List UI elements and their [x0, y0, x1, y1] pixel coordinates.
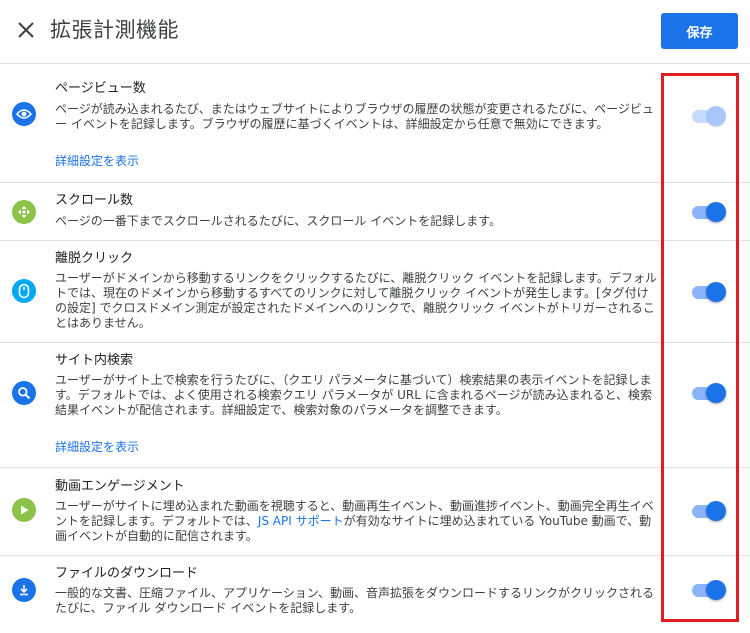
setting-row-page-views: ページビュー数 ページが読み込まれるたび、またはウェブサイトによりブラウザの履歴…: [0, 64, 750, 183]
setting-row-file-downloads: ファイルのダウンロード 一般的な文書、圧縮ファイル、アプリケーション、動画、音声…: [0, 556, 750, 633]
show-advanced-settings-link[interactable]: 詳細設定を表示: [55, 440, 139, 455]
setting-description: ユーザーがサイト上で検索を行うたびに、（クエリ パラメータに基づいて）検索結果の…: [55, 373, 652, 417]
toggle-knob: [706, 501, 726, 521]
site-search-toggle[interactable]: [692, 382, 726, 404]
play-icon: [12, 498, 36, 522]
setting-title: 離脱クリック: [55, 251, 134, 266]
toggle-knob: [706, 383, 726, 403]
save-button[interactable]: 保存: [661, 13, 738, 49]
setting-title: サイト内検索: [55, 353, 134, 368]
setting-title: ページビュー数: [55, 81, 146, 96]
setting-title: スクロール数: [55, 193, 134, 208]
outbound-clicks-toggle[interactable]: [692, 281, 726, 303]
setting-row-site-search: サイト内検索 ユーザーがサイト上で検索を行うたびに、（クエリ パラメータに基づい…: [0, 343, 750, 468]
toggle-knob: [706, 580, 726, 600]
download-icon: [12, 578, 36, 602]
setting-description: 一般的な文書、圧縮ファイル、アプリケーション、動画、音声拡張をダウンロードするリ…: [55, 586, 655, 615]
show-advanced-settings-link[interactable]: 詳細設定を表示: [55, 154, 139, 169]
setting-row-scrolls: スクロール数 ページの一番下までスクロールされるたびに、スクロール イベントを記…: [0, 183, 750, 241]
page-title: 拡張計測機能: [50, 18, 179, 42]
scroll-icon: [12, 200, 36, 224]
close-button[interactable]: [14, 18, 38, 42]
page-views-toggle[interactable]: [692, 105, 726, 127]
close-icon: [18, 22, 34, 38]
panel-header: 拡張計測機能 保存: [0, 0, 750, 64]
setting-description: ページの一番下までスクロールされるたびに、スクロール イベントを記録します。: [55, 214, 502, 228]
toggle-knob: [706, 106, 726, 126]
setting-description: ページが読み込まれるたび、またはウェブサイトによりブラウザの履歴の状態が変更され…: [55, 102, 654, 131]
mouse-icon: [12, 279, 36, 303]
js-api-support-link[interactable]: JS API サポート: [258, 514, 344, 528]
scrolls-toggle[interactable]: [692, 201, 726, 223]
file-downloads-toggle[interactable]: [692, 579, 726, 601]
setting-row-video-engagement: 動画エンゲージメント ユーザーがサイトに埋め込まれた動画を視聴すると、動画再生イ…: [0, 468, 750, 556]
setting-title: 動画エンゲージメント: [55, 479, 185, 494]
video-engagement-toggle[interactable]: [692, 500, 726, 522]
toggle-knob: [706, 282, 726, 302]
setting-title: ファイルのダウンロード: [55, 566, 199, 581]
eye-icon: [12, 102, 36, 126]
search-icon: [12, 381, 36, 405]
toggle-knob: [706, 202, 726, 222]
setting-row-outbound-clicks: 離脱クリック ユーザーがドメインから移動するリンクをクリックするたびに、離脱クリ…: [0, 241, 750, 343]
setting-description: ユーザーがサイトに埋め込まれた動画を視聴すると、動画再生イベント、動画進捗イベン…: [55, 499, 660, 544]
setting-description: ユーザーがドメインから移動するリンクをクリックするたびに、離脱クリック イベント…: [55, 271, 658, 330]
